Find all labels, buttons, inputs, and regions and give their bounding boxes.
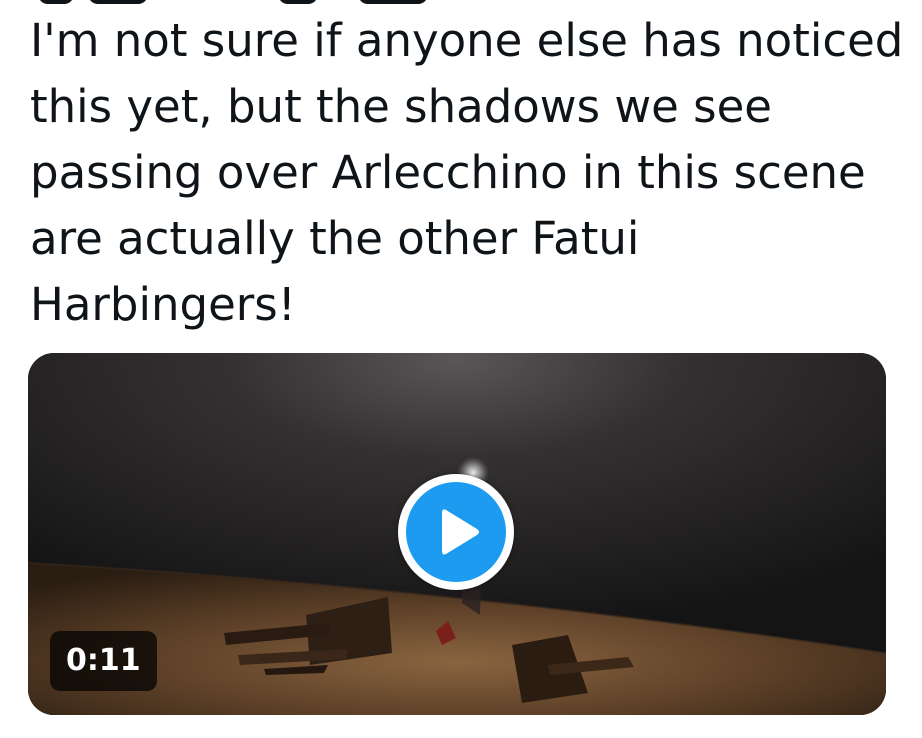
video-duration-badge: 0:11 [50, 631, 157, 691]
clipped-previous-text [28, 0, 448, 4]
play-icon [406, 482, 506, 582]
tweet-view: I'm not sure if anyone else has noticed … [0, 0, 922, 738]
tweet-text: I'm not sure if anyone else has noticed … [30, 14, 904, 331]
video-player[interactable]: 0:11 [28, 353, 886, 715]
play-button[interactable] [398, 474, 514, 590]
